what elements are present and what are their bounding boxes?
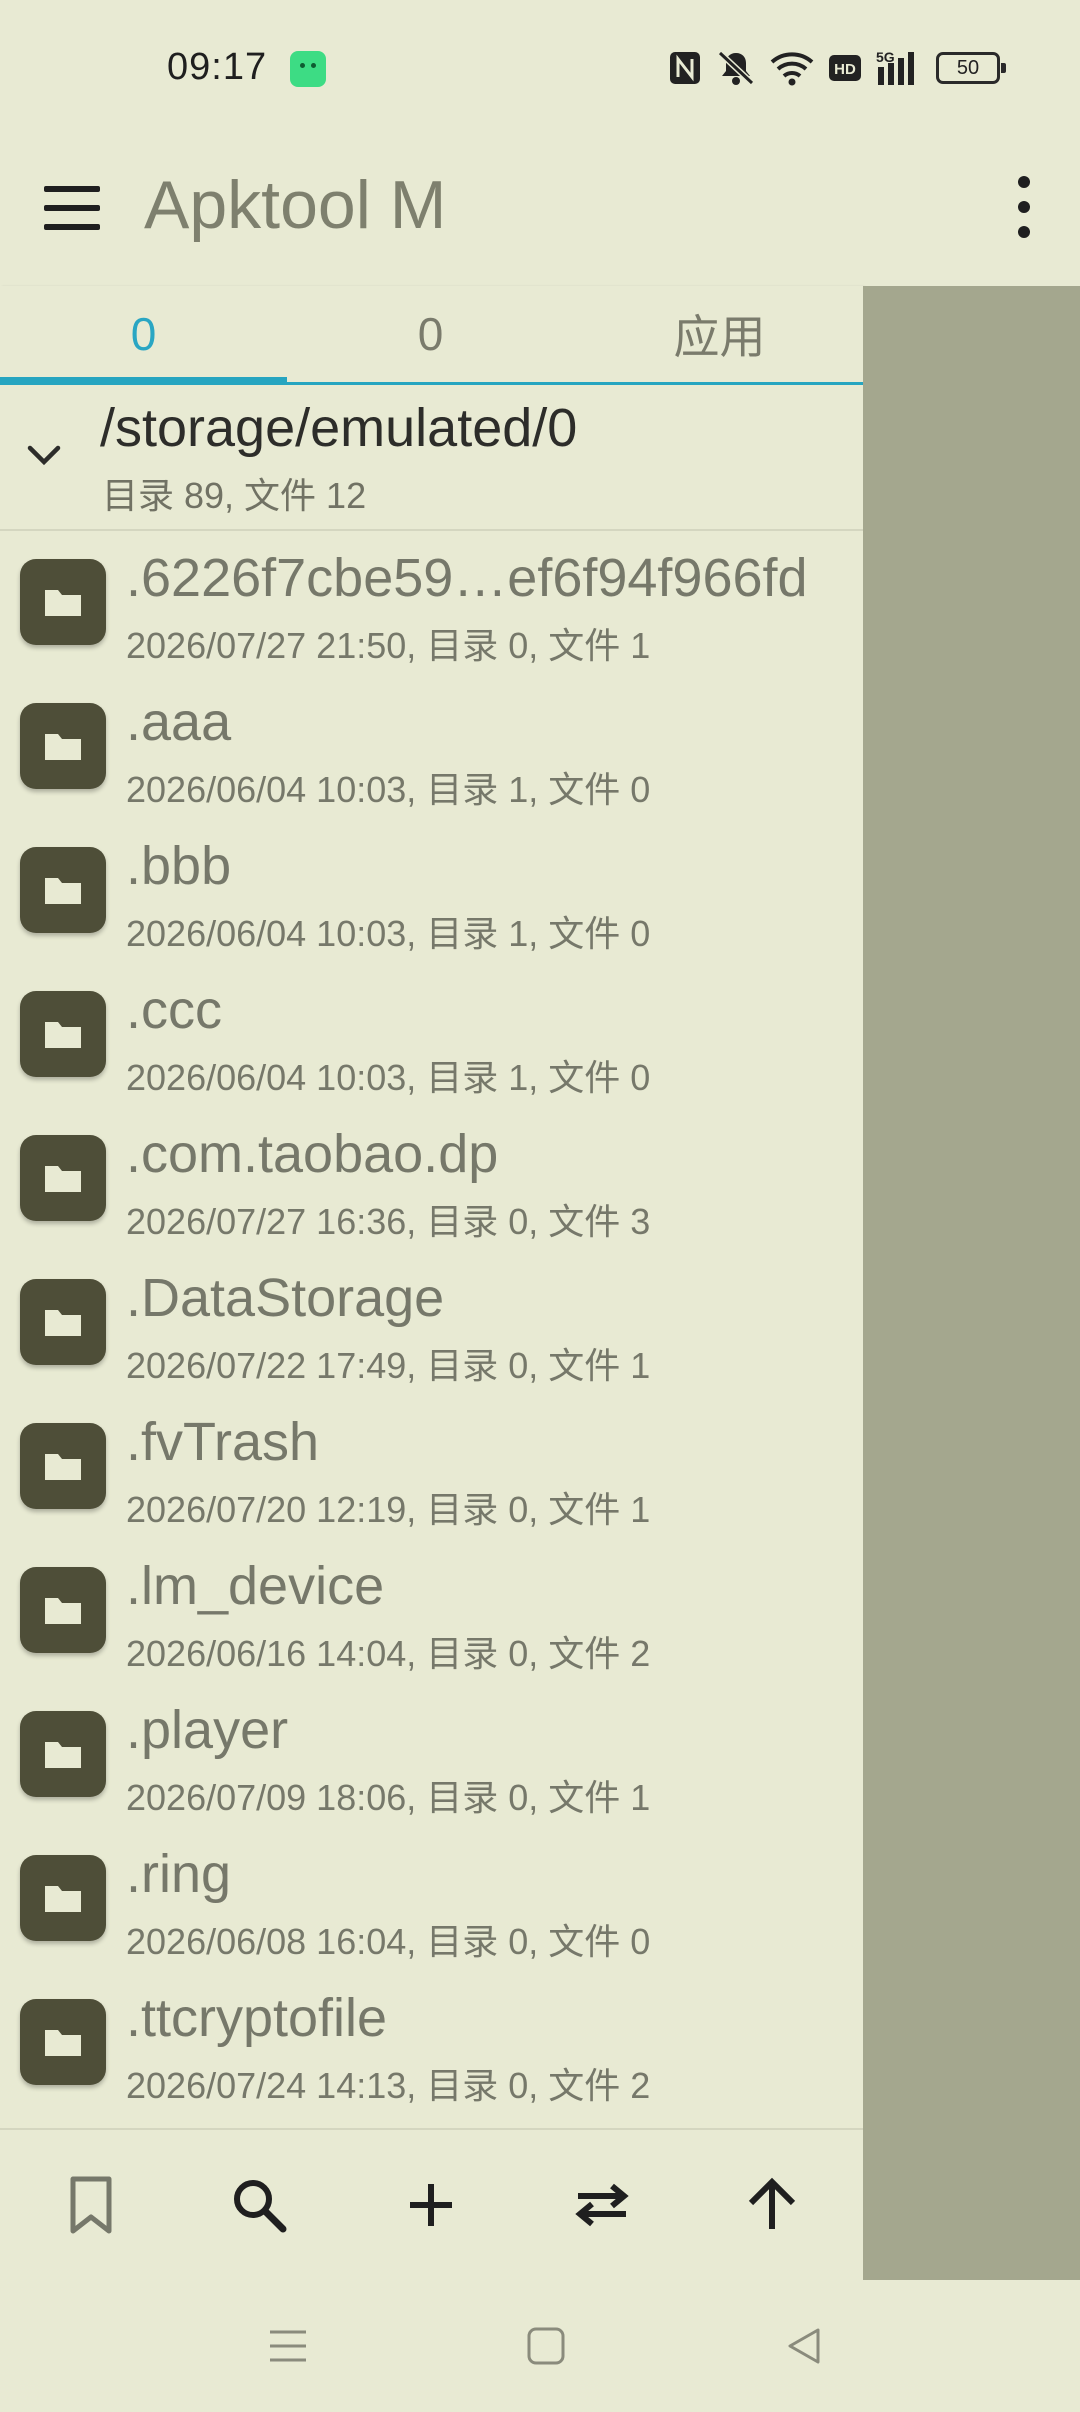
svg-text:HD: HD	[834, 61, 856, 78]
status-time: 09:17	[167, 46, 268, 88]
file-meta: 2026/07/22 17:49, 目录 0, 文件 1	[126, 1345, 651, 1386]
chevron-down-icon[interactable]	[24, 435, 64, 475]
tab-storage-0[interactable]: 0	[0, 286, 287, 382]
folder-icon	[20, 1135, 106, 1221]
list-item[interactable]: .lm_device 2026/06/16 14:04, 目录 0, 文件 2	[0, 1539, 863, 1683]
app-title: Apktool M	[144, 167, 447, 243]
file-meta: 2026/06/04 10:03, 目录 1, 文件 0	[126, 1057, 651, 1098]
bottom-toolbar	[0, 2128, 863, 2282]
list-item[interactable]: .ring 2026/06/08 16:04, 目录 0, 文件 0	[0, 1827, 863, 1971]
file-list: .6226f7cbe59…ef6f94f966fd 2026/07/27 21:…	[0, 531, 863, 2115]
system-nav-bar	[0, 2280, 1080, 2412]
file-name: .fvTrash	[126, 1412, 320, 1472]
folder-icon	[20, 1567, 106, 1653]
folder-icon	[20, 1855, 106, 1941]
add-icon[interactable]	[386, 2160, 476, 2250]
battery-icon: 50	[936, 52, 1006, 84]
file-meta: 2026/06/04 10:03, 目录 1, 文件 0	[126, 913, 651, 954]
list-item[interactable]: .aaa 2026/06/04 10:03, 目录 1, 文件 0	[0, 675, 863, 819]
list-item[interactable]: .ttcryptofile 2026/07/24 14:13, 目录 0, 文件…	[0, 1971, 863, 2115]
recents-icon[interactable]	[258, 2316, 318, 2376]
home-icon[interactable]	[516, 2316, 576, 2376]
back-icon[interactable]	[774, 2316, 834, 2376]
app-bar: Apktool M	[0, 140, 1080, 286]
folder-icon	[20, 1279, 106, 1365]
file-meta: 2026/06/04 10:03, 目录 1, 文件 0	[126, 769, 651, 810]
wifi-icon	[770, 50, 814, 86]
folder-icon	[20, 991, 106, 1077]
file-name: .bbb	[126, 836, 232, 896]
file-name: .aaa	[126, 692, 232, 752]
drawer-scrim[interactable]	[863, 286, 1080, 2280]
menu-icon[interactable]	[44, 186, 100, 230]
folder-icon	[20, 1999, 106, 2085]
5g-signal-icon: 5G	[876, 49, 922, 86]
file-name: .player	[126, 1700, 289, 1760]
folder-icon	[20, 1711, 106, 1797]
list-item[interactable]: .fvTrash 2026/07/20 12:19, 目录 0, 文件 1	[0, 1395, 863, 1539]
list-item[interactable]: .DataStorage 2026/07/22 17:49, 目录 0, 文件 …	[0, 1251, 863, 1395]
bookmark-icon[interactable]	[46, 2160, 136, 2250]
current-path: /storage/emulated/0	[100, 398, 578, 458]
list-item[interactable]: .bbb 2026/06/04 10:03, 目录 1, 文件 0	[0, 819, 863, 963]
path-summary: 目录 89, 文件 12	[102, 475, 367, 516]
file-meta: 2026/07/09 18:06, 目录 0, 文件 1	[126, 1777, 651, 1818]
more-options-icon[interactable]	[1012, 176, 1036, 240]
file-meta: 2026/07/27 16:36, 目录 0, 文件 3	[126, 1201, 651, 1242]
swap-icon[interactable]	[557, 2160, 647, 2250]
file-name: .ccc	[126, 980, 223, 1040]
file-meta: 2026/07/24 14:13, 目录 0, 文件 2	[126, 2065, 651, 2106]
arrow-up-icon[interactable]	[727, 2160, 817, 2250]
folder-icon	[20, 847, 106, 933]
path-header[interactable]: /storage/emulated/0 目录 89, 文件 12	[0, 385, 863, 531]
folder-icon	[20, 1423, 106, 1509]
nfc-icon	[668, 50, 702, 86]
status-icons: HD 5G 50	[668, 48, 1006, 88]
tab-bar: 0 0 应用	[0, 286, 863, 385]
android-notification-icon	[290, 51, 326, 87]
tab-indicator	[0, 377, 287, 385]
file-meta: 2026/06/08 16:04, 目录 0, 文件 0	[126, 1921, 651, 1962]
file-name: .6226f7cbe59…ef6f94f966fd	[126, 548, 808, 608]
file-meta: 2026/06/16 14:04, 目录 0, 文件 2	[126, 1633, 651, 1674]
file-name: .DataStorage	[126, 1268, 445, 1328]
file-meta: 2026/07/27 21:50, 目录 0, 文件 1	[126, 625, 651, 666]
mute-icon	[716, 50, 756, 86]
list-item[interactable]: .6226f7cbe59…ef6f94f966fd 2026/07/27 21:…	[0, 531, 863, 675]
file-name: .ttcryptofile	[126, 1988, 388, 2048]
file-name: .ring	[126, 1844, 232, 1904]
folder-icon	[20, 703, 106, 789]
list-item[interactable]: .ccc 2026/06/04 10:03, 目录 1, 文件 0	[0, 963, 863, 1107]
navigation-drawer: 0 0 应用 /storage/emulated/0 目录 89, 文件 12 …	[0, 286, 863, 2280]
list-item[interactable]: .player 2026/07/09 18:06, 目录 0, 文件 1	[0, 1683, 863, 1827]
search-icon[interactable]	[214, 2160, 304, 2250]
file-name: .lm_device	[126, 1556, 385, 1616]
svg-text:5G: 5G	[876, 49, 895, 65]
hd-icon: HD	[828, 50, 862, 86]
list-item[interactable]: .com.taobao.dp 2026/07/27 16:36, 目录 0, 文…	[0, 1107, 863, 1251]
file-meta: 2026/07/20 12:19, 目录 0, 文件 1	[126, 1489, 651, 1530]
tab-apps[interactable]: 应用	[576, 286, 863, 382]
status-bar: 09:17 HD 5G 50	[0, 0, 1080, 140]
file-name: .com.taobao.dp	[126, 1124, 499, 1184]
folder-icon	[20, 559, 106, 645]
tab-storage-1[interactable]: 0	[287, 286, 574, 382]
